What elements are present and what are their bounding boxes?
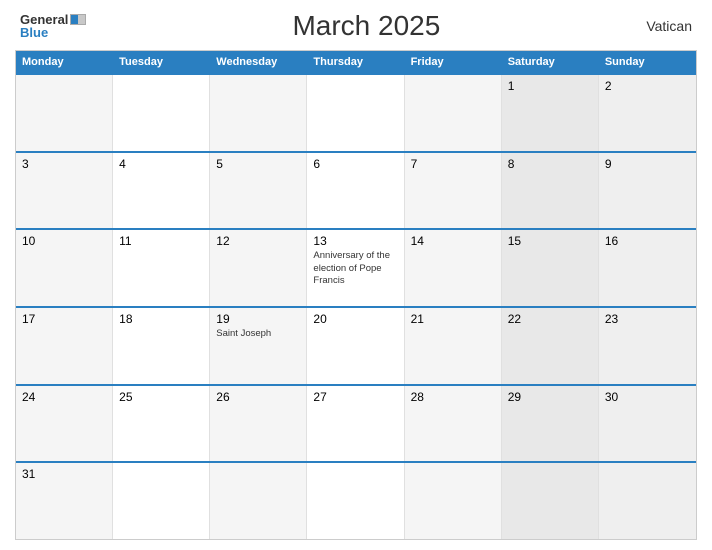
day-number: 4 [119,157,203,171]
logo-flag-icon [70,14,86,25]
calendar: Monday Tuesday Wednesday Thursday Friday… [15,50,697,540]
cal-cell-w5d4: 27 [307,386,404,462]
calendar-week-3: 10 11 12 13 Anniversary of the election of P… [16,228,696,306]
day-number: 12 [216,234,300,248]
day-number: 23 [605,312,690,326]
cal-cell-w1d6: 1 [502,75,599,151]
day-number: 5 [216,157,300,171]
logo-blue-text: Blue [20,26,86,39]
day-number: 28 [411,390,495,404]
cal-cell-w5d7: 30 [599,386,696,462]
cal-cell-w5d5: 28 [405,386,502,462]
col-wednesday: Wednesday [210,51,307,73]
cal-cell-w5d2: 25 [113,386,210,462]
cal-cell-w2d5: 7 [405,153,502,229]
cal-cell-w6d1: 31 [16,463,113,539]
day-number: 20 [313,312,397,326]
day-number: 22 [508,312,592,326]
day-number: 15 [508,234,592,248]
day-number: 13 [313,234,397,248]
calendar-week-1: 12 [16,73,696,151]
cal-cell-w3d3: 12 [210,230,307,306]
day-number: 7 [411,157,495,171]
day-number: 16 [605,234,690,248]
day-number: 29 [508,390,592,404]
day-number: 9 [605,157,690,171]
cal-cell-w3d1: 10 [16,230,113,306]
day-number: 19 [216,312,300,326]
cal-cell-w4d1: 17 [16,308,113,384]
cal-cell-w2d6: 8 [502,153,599,229]
col-thursday: Thursday [307,51,404,73]
calendar-title: March 2025 [292,10,440,42]
col-sunday: Sunday [599,51,696,73]
col-monday: Monday [16,51,113,73]
cal-cell-w2d7: 9 [599,153,696,229]
cal-cell-w5d6: 29 [502,386,599,462]
cal-cell-w4d3: 19 Saint Joseph [210,308,307,384]
calendar-header: Monday Tuesday Wednesday Thursday Friday… [16,51,696,73]
cal-cell-w5d3: 26 [210,386,307,462]
cal-cell-w6d2 [113,463,210,539]
cal-cell-w6d4 [307,463,404,539]
day-number: 6 [313,157,397,171]
day-number: 24 [22,390,106,404]
calendar-week-2: 3456789 [16,151,696,229]
cal-cell-w3d2: 11 [113,230,210,306]
cal-cell-w6d3 [210,463,307,539]
day-number: 30 [605,390,690,404]
cal-cell-w1d1 [16,75,113,151]
day-number: 18 [119,312,203,326]
cal-cell-w5d1: 24 [16,386,113,462]
day-number: 1 [508,79,592,93]
cal-cell-w3d6: 15 [502,230,599,306]
page: General Blue March 2025 Vatican Monday T… [0,0,712,550]
event-label: Saint Joseph [216,328,300,340]
day-number: 17 [22,312,106,326]
day-number: 11 [119,234,203,248]
cal-cell-w1d2 [113,75,210,151]
cal-cell-w6d5 [405,463,502,539]
cal-cell-w1d4 [307,75,404,151]
cal-cell-w4d6: 22 [502,308,599,384]
col-friday: Friday [405,51,502,73]
calendar-body: 12345678910111213Anniversary of the elec… [16,73,696,539]
calendar-week-4: 17 18 19 Saint Joseph 20 21 22 23 [16,306,696,384]
col-tuesday: Tuesday [113,51,210,73]
cal-cell-w2d2: 4 [113,153,210,229]
logo: General Blue [20,13,86,39]
cal-cell-w1d5 [405,75,502,151]
cal-cell-w4d2: 18 [113,308,210,384]
cal-cell-w2d3: 5 [210,153,307,229]
region-label: Vatican [646,18,692,34]
cal-cell-w4d4: 20 [307,308,404,384]
cal-cell-w1d7: 2 [599,75,696,151]
calendar-week-6: 31 [16,461,696,539]
day-number: 31 [22,467,106,481]
header: General Blue March 2025 Vatican [15,10,697,42]
cal-cell-w2d4: 6 [307,153,404,229]
day-number: 3 [22,157,106,171]
cal-cell-w2d1: 3 [16,153,113,229]
day-number: 8 [508,157,592,171]
cal-cell-w4d7: 23 [599,308,696,384]
calendar-week-5: 24 25 26 27 28 29 30 [16,384,696,462]
cal-cell-w3d5: 14 [405,230,502,306]
col-saturday: Saturday [502,51,599,73]
day-number: 21 [411,312,495,326]
cal-cell-w3d4: 13 Anniversary of the election of Pope Fr… [307,230,404,306]
event-label: Anniversary of the election of Pope Fran… [313,250,397,287]
day-number: 26 [216,390,300,404]
cal-cell-w4d5: 21 [405,308,502,384]
cal-cell-w6d6 [502,463,599,539]
day-number: 25 [119,390,203,404]
day-number: 2 [605,79,690,93]
day-number: 14 [411,234,495,248]
day-number: 10 [22,234,106,248]
cal-cell-w6d7 [599,463,696,539]
day-number: 27 [313,390,397,404]
cal-cell-w3d7: 16 [599,230,696,306]
cal-cell-w1d3 [210,75,307,151]
